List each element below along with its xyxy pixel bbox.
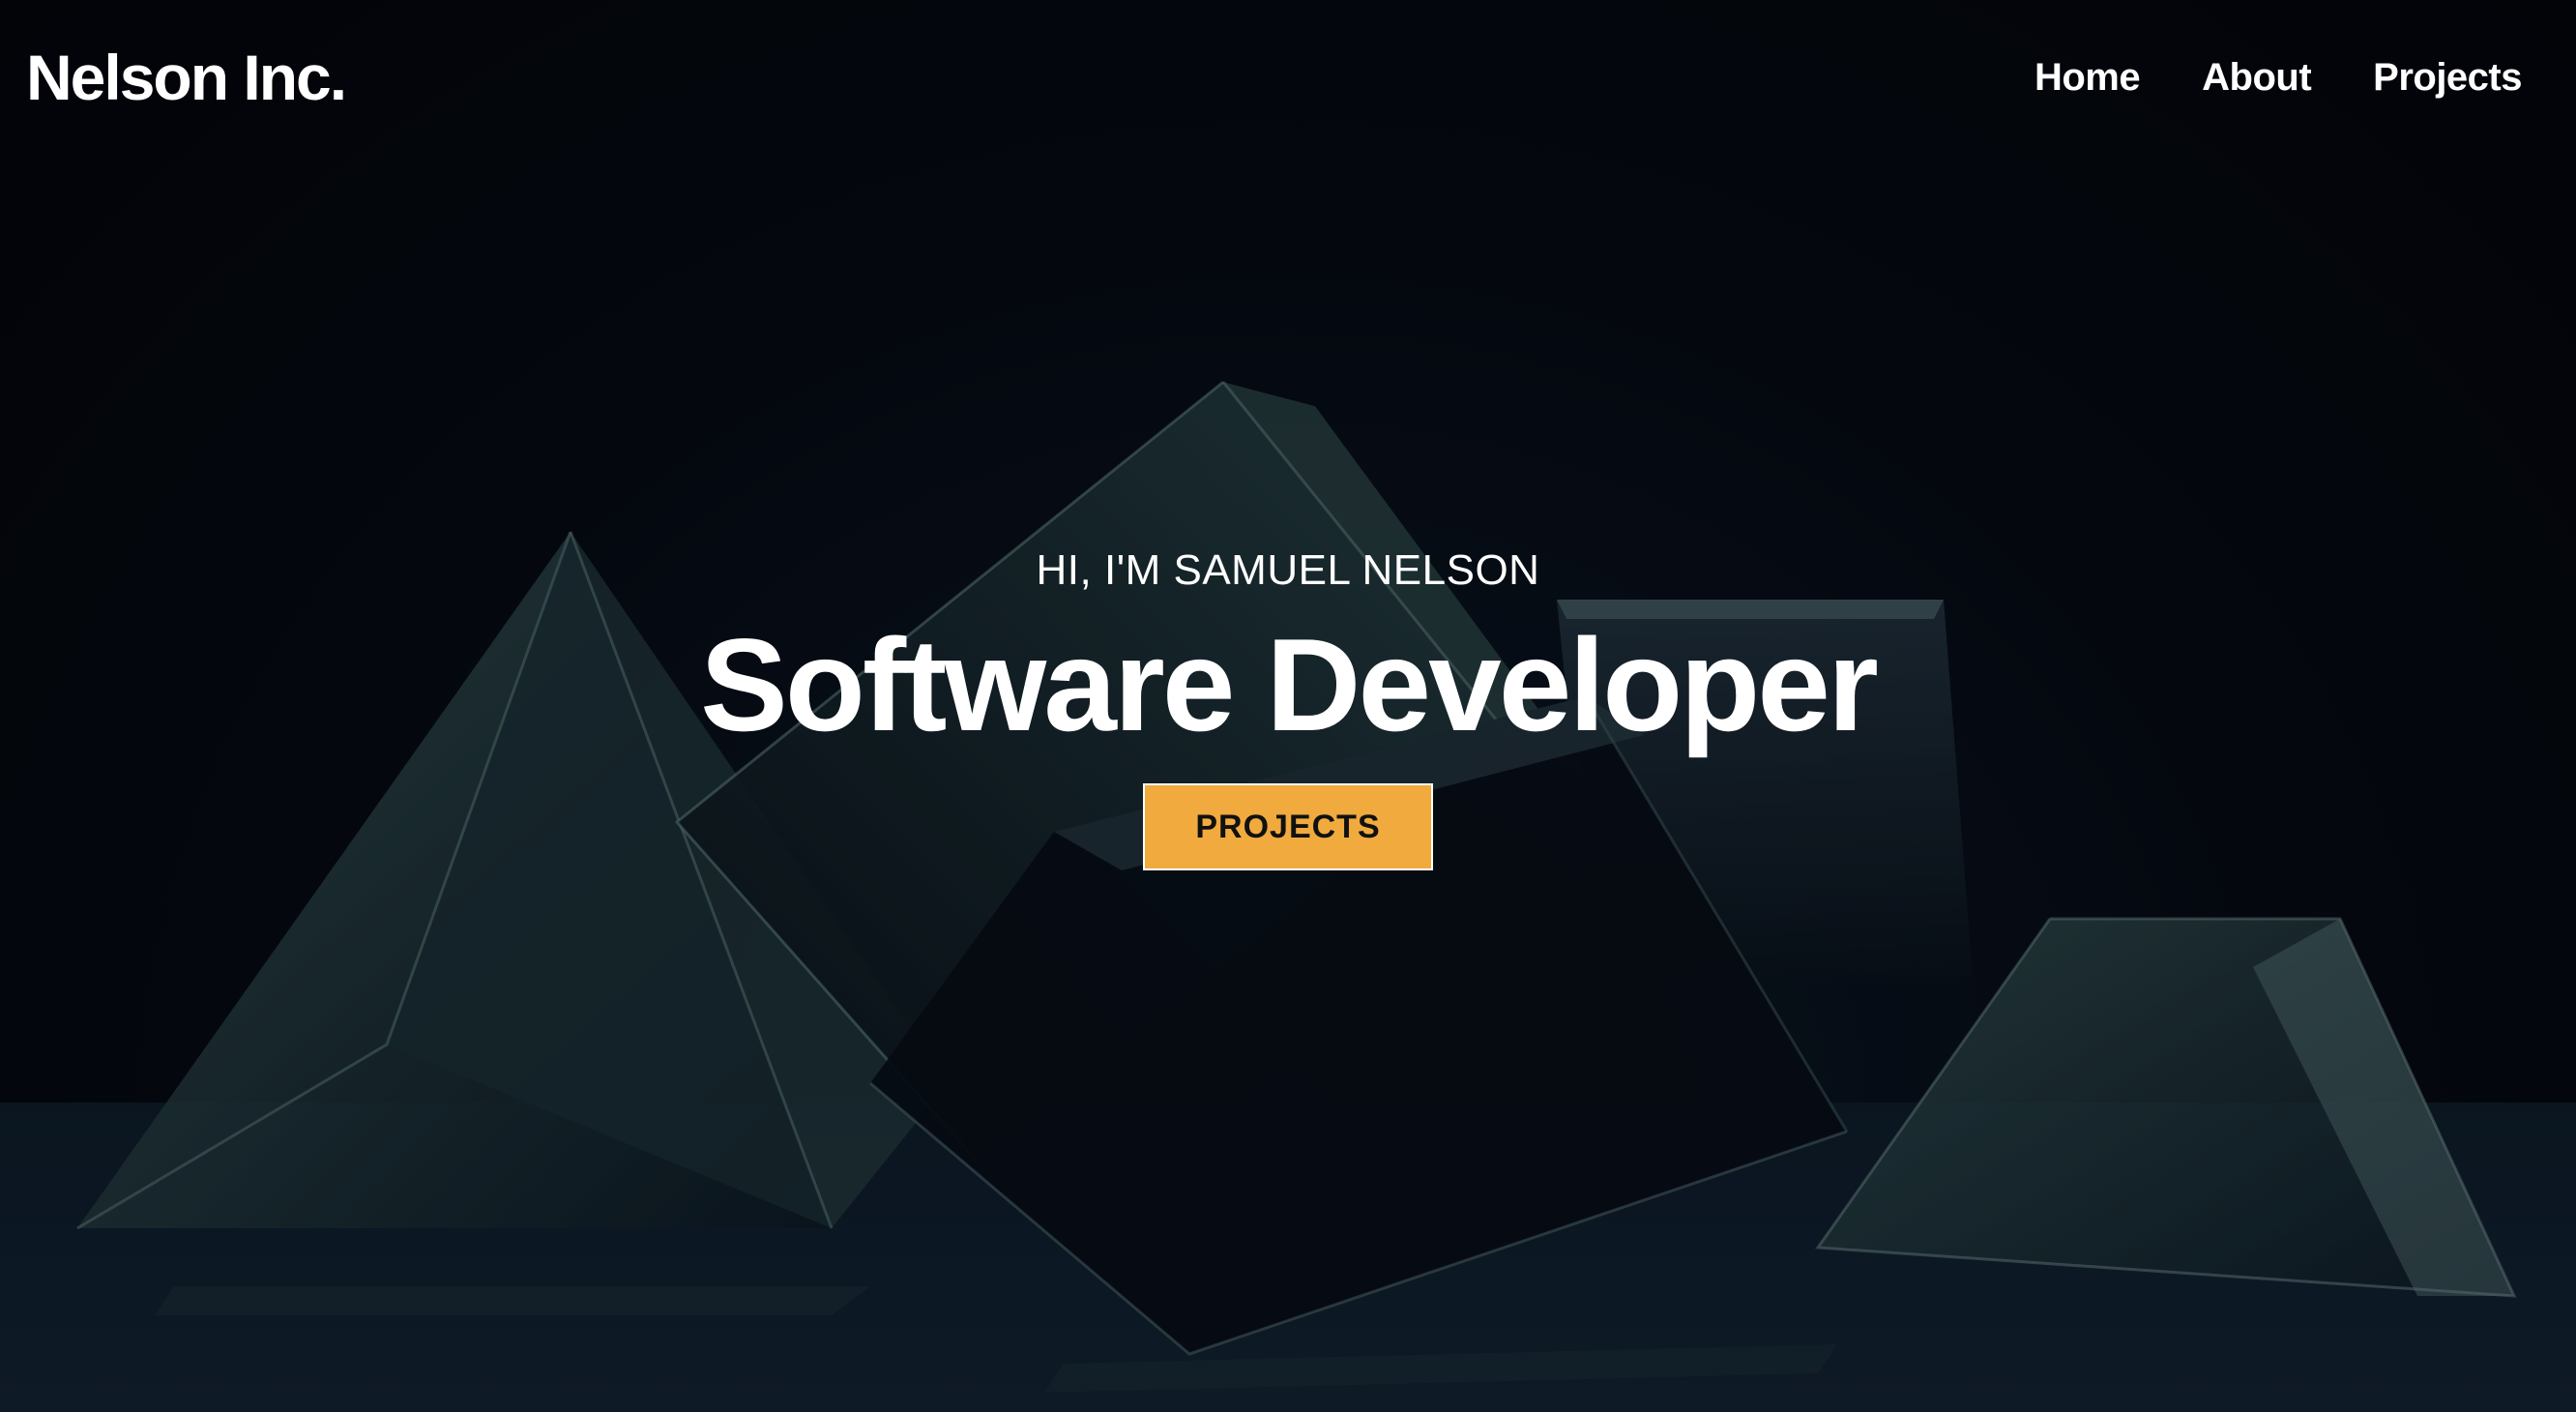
- nav-link-projects[interactable]: Projects: [2373, 50, 2522, 104]
- brand-logo[interactable]: Nelson Inc.: [26, 39, 347, 116]
- nav-link-home[interactable]: Home: [2034, 50, 2141, 104]
- hero-eyebrow: HI, I'M SAMUEL NELSON: [1036, 546, 1540, 594]
- top-navbar: Nelson Inc. Home About Projects: [0, 0, 2576, 155]
- hero-headline: Software Developer: [700, 611, 1879, 758]
- main-nav: Home About Projects: [2034, 50, 2523, 104]
- projects-button[interactable]: PROJECTS: [1143, 783, 1433, 870]
- hero-content: HI, I'M SAMUEL NELSON Software Developer…: [0, 542, 2576, 870]
- hero-section: Nelson Inc. Home About Projects HI, I'M …: [0, 0, 2576, 1412]
- nav-link-about[interactable]: About: [2202, 50, 2312, 104]
